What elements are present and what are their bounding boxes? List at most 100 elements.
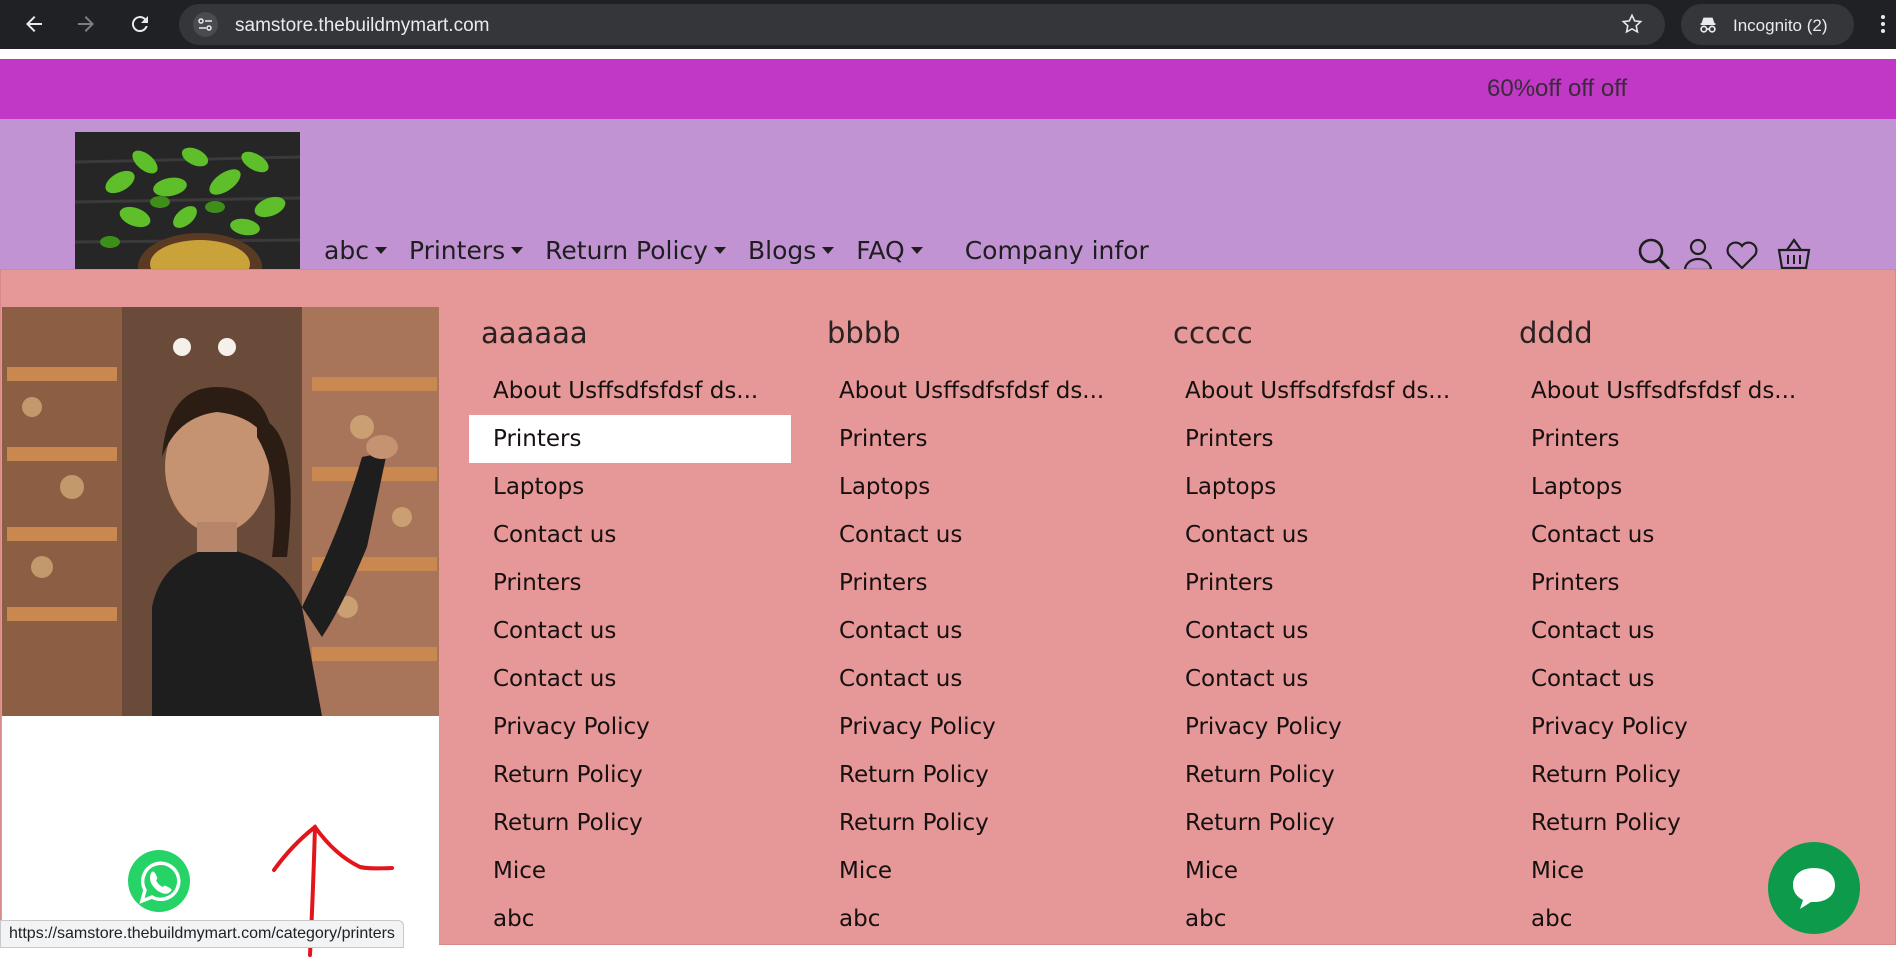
- menu-link-privacy-policy[interactable]: Privacy Policy: [469, 703, 791, 751]
- menu-link-laptops[interactable]: Laptops: [1507, 463, 1829, 511]
- menu-link-return-policy[interactable]: Return Policy: [1161, 751, 1483, 799]
- column-title: bbbb: [827, 316, 901, 350]
- menu-link-laptops[interactable]: Laptops: [469, 463, 791, 511]
- caret-down-icon: [910, 246, 923, 254]
- url-text[interactable]: samstore.thebuildmymart.com: [235, 15, 489, 37]
- menu-link-printers[interactable]: Printers: [469, 559, 791, 607]
- menu-printers[interactable]: Printers: [408, 235, 524, 265]
- menu-link-printers[interactable]: Printers: [1507, 415, 1829, 463]
- menu-link-printers-hovered[interactable]: Printers: [469, 415, 791, 463]
- menu-blogs[interactable]: Blogs: [747, 235, 835, 265]
- menu-link-contact[interactable]: Contact us: [1161, 607, 1483, 655]
- mega-menu-dropdown: aaaaaa About Usffsdfsfdsf ds... Printers…: [0, 269, 1896, 946]
- back-icon[interactable]: [22, 12, 46, 36]
- menu-link-contact[interactable]: Contact us: [1507, 607, 1829, 655]
- menu-link-contact[interactable]: Contact us: [815, 655, 1137, 703]
- menu-blogs-label: Blogs: [747, 235, 817, 265]
- menu-link-return-policy[interactable]: Return Policy: [469, 799, 791, 847]
- menu-link-printers[interactable]: Printers: [815, 559, 1137, 607]
- menu-faq-label: FAQ: [856, 235, 905, 265]
- menu-link-return-policy[interactable]: Return Policy: [815, 799, 1137, 847]
- link-status-bar: https://samstore.thebuildmymart.com/cate…: [0, 920, 404, 948]
- menu-link-printers[interactable]: Printers: [1507, 559, 1829, 607]
- column-links: About Usffsdfsfdsf ds... Printers Laptop…: [1161, 367, 1483, 943]
- mega-menu-blank-panel: [2, 716, 439, 946]
- bookmark-star-icon[interactable]: [1621, 13, 1643, 35]
- caret-down-icon: [822, 246, 835, 254]
- menu-link-contact[interactable]: Contact us: [1161, 655, 1483, 703]
- site-info-icon[interactable]: [193, 12, 218, 37]
- menu-link-laptops[interactable]: Laptops: [815, 463, 1137, 511]
- menu-link-printers[interactable]: Printers: [1161, 559, 1483, 607]
- caret-down-icon: [713, 246, 726, 254]
- forward-icon[interactable]: [74, 12, 98, 36]
- menu-link-abc[interactable]: abc: [815, 895, 1137, 943]
- menu-link-contact[interactable]: Contact us: [1507, 511, 1829, 559]
- address-bar[interactable]: samstore.thebuildmymart.com: [179, 4, 1665, 45]
- menu-link-mice[interactable]: Mice: [815, 847, 1137, 895]
- main-menu: abc Printers Return Policy Blogs FAQ Com…: [324, 235, 1171, 265]
- menu-link-contact[interactable]: Contact us: [1507, 655, 1829, 703]
- menu-link-return-policy[interactable]: Return Policy: [815, 751, 1137, 799]
- menu-abc[interactable]: abc: [324, 236, 387, 265]
- menu-link-return-policy[interactable]: Return Policy: [469, 751, 791, 799]
- menu-link-abc[interactable]: abc: [1161, 895, 1483, 943]
- menu-link-contact[interactable]: Contact us: [815, 511, 1137, 559]
- promo-bar: 60%off off off: [0, 59, 1896, 119]
- mega-menu-promo-image[interactable]: [2, 307, 439, 716]
- menu-link-privacy-policy[interactable]: Privacy Policy: [1507, 703, 1829, 751]
- column-title: ccccc: [1173, 316, 1253, 350]
- menu-link-contact[interactable]: Contact us: [815, 607, 1137, 655]
- reload-icon[interactable]: [128, 12, 152, 36]
- menu-column-dddd: dddd About Usffsdfsfdsf ds... Printers L…: [1507, 316, 1829, 943]
- menu-link-privacy-policy[interactable]: Privacy Policy: [815, 703, 1137, 751]
- column-links: About Usffsdfsfdsf ds... Printers Laptop…: [815, 367, 1137, 943]
- column-title: dddd: [1519, 316, 1593, 350]
- whatsapp-icon[interactable]: [122, 845, 196, 919]
- user-icon[interactable]: [1680, 236, 1716, 272]
- menu-column-aaaaaa: aaaaaa About Usffsdfsfdsf ds... Printers…: [469, 316, 791, 943]
- store-logo[interactable]: [75, 132, 300, 269]
- menu-link-return-policy[interactable]: Return Policy: [1161, 799, 1483, 847]
- incognito-icon: [1700, 17, 1716, 33]
- site-header: abc Printers Return Policy Blogs FAQ Com…: [0, 119, 1896, 272]
- menu-company-info-label: Company infor: [964, 235, 1149, 265]
- menu-link-privacy-policy[interactable]: Privacy Policy: [1161, 703, 1483, 751]
- menu-column-ccccc: ccccc About Usffsdfsfdsf ds... Printers …: [1161, 316, 1483, 943]
- menu-link-about[interactable]: About Usffsdfsfdsf ds...: [1507, 367, 1829, 415]
- column-title: aaaaaa: [481, 316, 588, 350]
- menu-link-about[interactable]: About Usffsdfsfdsf ds...: [815, 367, 1137, 415]
- browser-toolbar: samstore.thebuildmymart.com Incognito (2…: [0, 0, 1896, 49]
- caret-down-icon: [511, 246, 524, 254]
- search-icon[interactable]: [1636, 236, 1672, 272]
- menu-link-abc[interactable]: abc: [469, 895, 791, 943]
- menu-link-mice[interactable]: Mice: [469, 847, 791, 895]
- column-links: About Usffsdfsfdsf ds... Printers Laptop…: [469, 367, 791, 943]
- menu-link-laptops[interactable]: Laptops: [1161, 463, 1483, 511]
- menu-link-printers[interactable]: Printers: [815, 415, 1137, 463]
- menu-link-return-policy[interactable]: Return Policy: [1507, 751, 1829, 799]
- menu-return-policy-label: Return Policy: [545, 235, 708, 265]
- menu-link-return-policy[interactable]: Return Policy: [1507, 799, 1829, 847]
- basket-icon[interactable]: [1776, 236, 1812, 272]
- menu-link-about[interactable]: About Usffsdfsfdsf ds...: [1161, 367, 1483, 415]
- menu-return-policy[interactable]: Return Policy: [545, 236, 726, 265]
- menu-link-mice[interactable]: Mice: [1161, 847, 1483, 895]
- menu-link-contact[interactable]: Contact us: [1161, 511, 1483, 559]
- menu-link-printers[interactable]: Printers: [1161, 415, 1483, 463]
- caret-down-icon: [374, 246, 387, 254]
- menu-link-about[interactable]: About Usffsdfsfdsf ds...: [469, 367, 791, 415]
- menu-link-contact[interactable]: Contact us: [469, 655, 791, 703]
- chat-bubble-icon: [1793, 868, 1835, 909]
- promo-text: 60%off off off: [1487, 75, 1628, 102]
- menu-faq[interactable]: FAQ: [856, 235, 923, 265]
- browser-menu-icon[interactable]: [1876, 12, 1890, 36]
- menu-link-contact[interactable]: Contact us: [469, 607, 791, 655]
- menu-printers-label: Printers: [408, 235, 506, 265]
- menu-link-contact[interactable]: Contact us: [469, 511, 791, 559]
- heart-icon[interactable]: [1724, 236, 1760, 272]
- menu-company-info[interactable]: Company infor: [965, 236, 1149, 265]
- live-chat-button[interactable]: [1768, 842, 1860, 934]
- incognito-badge[interactable]: Incognito (2): [1681, 4, 1854, 45]
- incognito-label: Incognito (2): [1733, 16, 1828, 35]
